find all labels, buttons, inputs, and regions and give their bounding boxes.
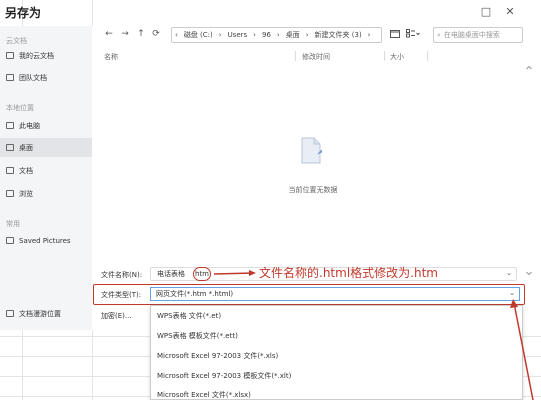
breadcrumb-item[interactable]: 新建文件夹 (3) [315,30,362,40]
maximize-button[interactable]: □ [479,5,493,18]
filename-label: 文件名称(N): [101,271,143,279]
breadcrumb-item[interactable]: Users [228,31,248,39]
sidebar-item-team-docs[interactable]: 团队文档 [0,68,92,87]
folder-icon [6,237,14,244]
encrypt-button[interactable]: 加密(E)... [101,311,132,321]
sidebar-item-documents[interactable]: 文档 [0,161,92,180]
dropdown-option[interactable]: WPS表格 文件(*.et) [157,311,221,321]
sidebar-item-label: 文档漫游位置 [19,309,61,318]
column-divider [427,51,428,61]
back-button[interactable]: ← [103,29,115,39]
sidebar-item-label: 此电脑 [19,121,40,130]
new-folder-icon[interactable] [390,29,400,41]
breadcrumb-item[interactable]: 96 [262,31,271,39]
chevron-down-icon[interactable]: ⌄ [509,289,515,297]
sidebar-item-saved-pictures[interactable]: Saved Pictures [0,231,92,250]
team-doc-icon [6,74,14,81]
column-divider [295,51,296,61]
filetype-select[interactable]: 网页文件(*.htm *.html) ⌄ [150,287,520,301]
forward-button[interactable]: → [119,29,131,39]
sidebar-item-this-pc[interactable]: 此电脑 [0,116,92,135]
column-size[interactable]: 大小 [390,52,404,62]
sidebar-item-label: 我的云文档 [19,51,54,60]
column-name[interactable]: 名称 [104,52,118,62]
browse-icon [6,190,14,197]
scrollbar[interactable] [525,63,533,278]
breadcrumb-separator: › [253,31,256,39]
breadcrumb-separator: › [276,31,280,39]
search-icon: ⌕ [437,30,441,39]
breadcrumb-separator: › [367,31,371,39]
filename-extension: htm [195,270,209,278]
filename-extension-highlight: htm [193,267,211,281]
breadcrumb-item[interactable]: 磁盘 (C:) [184,30,213,40]
sidebar-item-label: 桌面 [19,143,33,152]
column-modified[interactable]: 修改时间 [302,52,330,62]
sidebar-item-label: Saved Pictures [19,236,71,245]
column-header: 名称 修改时间 大小 [92,49,541,63]
documents-folder-icon [6,167,14,174]
sidebar-item-label: 团队文档 [19,73,47,82]
filename-prefix: 电话表格 [157,270,185,278]
sidebar-item-browse[interactable]: 浏览 [0,184,92,203]
breadcrumb-item[interactable]: 桌面 [286,30,300,40]
sidebar-item-my-cloud[interactable]: 我的云文档 [0,46,92,65]
chevron-left-icon: ‹ [175,31,178,39]
filetype-value: 网页文件(*.htm *.html) [156,290,234,298]
dropdown-option[interactable]: Microsoft Excel 97-2003 文件(*.xls) [157,351,278,361]
up-button[interactable]: ↑ [135,29,147,39]
empty-document-icon [299,136,323,166]
close-button[interactable]: ✕ [503,5,517,18]
sidebar-item-label: 浏览 [19,189,33,198]
address-bar[interactable]: ‹ 磁盘 (C:) › Users › 96 › 桌面 › 新建文件夹 (3) … [171,27,382,43]
view-mode-icon[interactable] [406,29,420,41]
empty-state-message: 当前位置无数据 [288,186,338,194]
computer-icon [6,122,14,129]
filetype-label: 文件类型(T): [101,291,142,299]
breadcrumb-separator: › [218,31,222,39]
annotation-text: 文件名称的.html格式修改为.htm [259,266,438,280]
sidebar: 云文档 我的云文档 团队文档 本地位置 此电脑 桌面 文档 浏览 常用 Save… [0,26,92,330]
sidebar-section-cloud: 云文档 [6,37,27,45]
sidebar-item-desktop[interactable]: 桌面 [0,138,92,157]
filetype-dropdown-list: WPS表格 文件(*.et) WPS表格 模板文件(*.ett) Microso… [150,305,523,400]
dropdown-option[interactable]: WPS表格 模板文件(*.ett) [157,331,238,341]
dropdown-option[interactable]: Microsoft Excel 97-2003 模板文件(*.xlt) [157,371,291,381]
sidebar-section-frequent: 常用 [6,220,20,228]
column-divider [384,51,385,61]
chevron-down-icon[interactable]: ⌄ [506,269,512,277]
sidebar-item-roaming[interactable]: 文档漫游位置 [0,304,92,323]
sidebar-section-local: 本地位置 [6,104,34,112]
dropdown-option[interactable]: Microsoft Excel 文件(*.xlsx) [157,390,251,400]
title-bar: 另存为 □ ✕ [0,0,541,26]
navigation-toolbar: ← → ↑ ⟳ ‹ 磁盘 (C:) › Users › 96 › 桌面 › 新建… [92,26,541,46]
search-input[interactable]: ⌕ 在电脑桌面中搜索 [433,27,523,43]
search-placeholder: 在电脑桌面中搜索 [443,31,500,39]
desktop-folder-icon [6,144,14,151]
dialog-title: 另存为 [5,6,42,20]
cloud-doc-icon [6,52,14,59]
roaming-icon [6,310,14,317]
breadcrumb-separator: › [305,31,309,39]
save-as-dialog: 另存为 □ ✕ 云文档 我的云文档 团队文档 本地位置 此电脑 桌面 文档 浏览 [0,0,541,400]
sidebar-item-label: 文档 [19,166,33,175]
refresh-button[interactable]: ⟳ [150,29,162,39]
